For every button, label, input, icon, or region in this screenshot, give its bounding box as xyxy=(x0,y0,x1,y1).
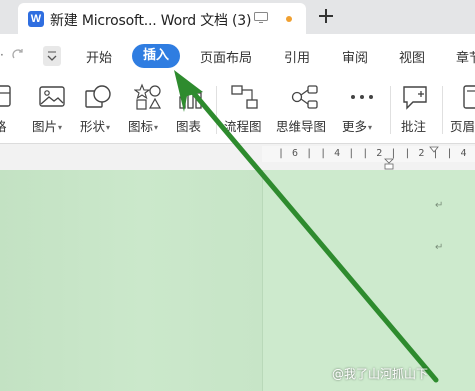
document-canvas[interactable]: ↵ ↵ xyxy=(0,170,475,391)
menu-bar: · 开始 插入 页面布局 引用 审阅 视图 章节 xyxy=(0,34,475,78)
ribbon-shape-label: 形状▾ xyxy=(80,119,111,134)
insert-ribbon: 格 图片▾ 形状▾ 图标▾ 图表 流程图 思维导图 更多▾ 批注 页眉 xyxy=(0,78,475,144)
quick-access-menu-button[interactable] xyxy=(43,46,61,66)
unsaved-dot-icon xyxy=(286,16,292,22)
paragraph-mark-icon: ↵ xyxy=(435,242,444,253)
document-page[interactable]: ↵ ↵ xyxy=(262,170,475,391)
dropdown-caret-icon: ▾ xyxy=(368,123,373,132)
ribbon-picture-tool[interactable]: 图片▾ xyxy=(30,78,74,144)
chart-icon xyxy=(179,88,202,109)
ribbon-divider xyxy=(442,86,443,134)
ribbon-mindmap-label: 思维导图 xyxy=(276,119,327,134)
ribbon-picture-label: 图片▾ xyxy=(32,119,63,134)
document-title: 新建 Microsoft... Word 文档 (3) xyxy=(50,13,252,29)
ribbon-comment-label: 批注 xyxy=(401,119,427,134)
menu-insert[interactable]: 插入 xyxy=(132,44,181,68)
ribbon-chart-label: 图表 xyxy=(176,119,202,134)
mindmap-icon xyxy=(291,85,318,109)
ribbon-more-tool[interactable]: 更多▾ xyxy=(340,78,384,144)
more-icon xyxy=(351,95,373,99)
flowchart-icon xyxy=(231,85,258,109)
menu-review[interactable]: 审阅 xyxy=(342,47,368,66)
menu-home[interactable]: 开始 xyxy=(86,47,112,66)
comment-icon xyxy=(403,86,427,110)
ribbon-icons-tool[interactable]: 图标▾ xyxy=(126,78,170,144)
ruler-ticks: | 6 | | 4 | | 2 | | 2 | | 4 | xyxy=(278,148,475,159)
dropdown-caret-icon: ▾ xyxy=(58,123,63,132)
ribbon-flowchart-tool[interactable]: 流程图 xyxy=(222,78,268,144)
redo-icon[interactable] xyxy=(10,46,26,62)
shape-icon xyxy=(85,85,111,108)
ribbon-mindmap-tool[interactable]: 思维导图 xyxy=(274,78,336,144)
menu-view[interactable]: 视图 xyxy=(399,47,425,66)
icons-icon xyxy=(134,83,162,110)
ribbon-divider xyxy=(390,86,391,134)
document-tab[interactable]: W 新建 Microsoft... Word 文档 (3) xyxy=(18,3,306,34)
ribbon-divider xyxy=(216,86,217,134)
paragraph-mark-icon: ↵ xyxy=(435,200,444,211)
word-app-icon: W xyxy=(28,11,44,27)
watermark-text: @我了山河抓山下 xyxy=(332,367,429,381)
dropdown-caret-icon: ▾ xyxy=(154,123,159,132)
ribbon-flowchart-label: 流程图 xyxy=(224,119,262,134)
menu-page-layout[interactable]: 页面布局 xyxy=(200,47,252,66)
ribbon-more-label: 更多▾ xyxy=(342,119,373,134)
plus-icon[interactable] xyxy=(316,6,336,26)
ribbon-header-label: 页眉 xyxy=(450,119,475,134)
ribbon-table-tool[interactable]: 格 xyxy=(0,78,14,144)
ribbon-icons-label: 图标▾ xyxy=(128,119,159,134)
ribbon-table-label: 格 xyxy=(0,119,7,134)
indent-marker-icon[interactable] xyxy=(383,158,395,170)
ribbon-shape-tool[interactable]: 形状▾ xyxy=(78,78,122,144)
table-icon xyxy=(0,85,11,107)
chevron-down-icon xyxy=(47,51,57,61)
right-indent-marker-icon[interactable] xyxy=(428,146,440,154)
horizontal-ruler[interactable]: | 6 | | 4 | | 2 | | 2 | | 4 | xyxy=(0,144,475,170)
quick-access-divider: · xyxy=(0,48,4,62)
picture-icon xyxy=(39,86,65,107)
menu-section[interactable]: 章节 xyxy=(456,47,475,66)
ribbon-comment-tool[interactable]: 批注 xyxy=(398,78,434,144)
title-bar: W 新建 Microsoft... Word 文档 (3) xyxy=(0,0,475,34)
header-icon xyxy=(463,85,475,109)
menu-references[interactable]: 引用 xyxy=(284,47,310,66)
ribbon-chart-tool[interactable]: 图表 xyxy=(172,78,210,144)
ribbon-header-tool[interactable]: 页眉 xyxy=(448,78,475,144)
dropdown-caret-icon: ▾ xyxy=(106,123,111,132)
monitor-icon[interactable] xyxy=(254,12,268,23)
